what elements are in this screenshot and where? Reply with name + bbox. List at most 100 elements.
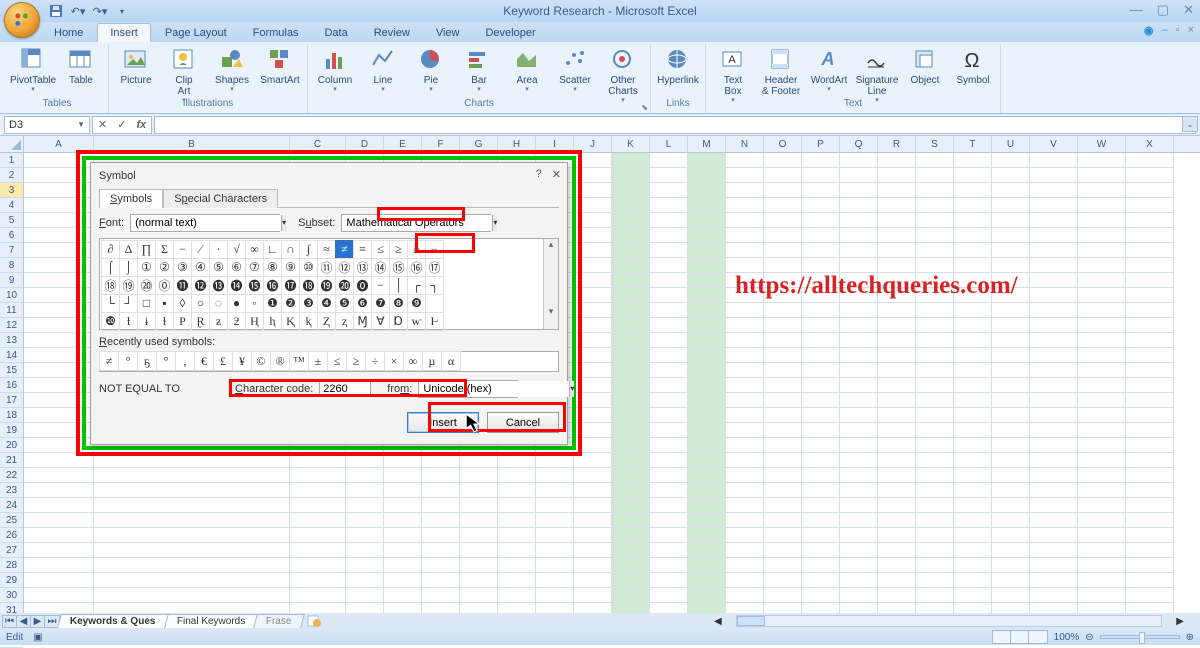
cell-A13[interactable]: [24, 333, 94, 348]
cell-P7[interactable]: [802, 243, 840, 258]
cell-M19[interactable]: [688, 423, 726, 438]
cell-M23[interactable]: [688, 483, 726, 498]
cell-J5[interactable]: [574, 213, 612, 228]
symbol-cell[interactable]: ≠: [335, 240, 354, 259]
cell-K7[interactable]: [612, 243, 650, 258]
cell-A30[interactable]: [24, 588, 94, 603]
cell-S3[interactable]: [916, 183, 954, 198]
symbol-cell[interactable]: ④: [191, 258, 210, 277]
ribbon-line[interactable]: Line▾: [360, 44, 406, 93]
cell-B21[interactable]: [94, 453, 290, 468]
cell-X6[interactable]: [1126, 228, 1174, 243]
col-header-D[interactable]: D: [346, 136, 384, 152]
cell-R2[interactable]: [878, 168, 916, 183]
cell-W12[interactable]: [1078, 318, 1126, 333]
cell-A6[interactable]: [24, 228, 94, 243]
cell-L12[interactable]: [650, 318, 688, 333]
tab-home[interactable]: Home: [42, 24, 95, 42]
cell-P11[interactable]: [802, 303, 840, 318]
cell-A31[interactable]: [24, 603, 94, 613]
symbol-cell[interactable]: □: [137, 294, 156, 313]
col-header-C[interactable]: C: [290, 136, 346, 152]
symbol-cell[interactable]: ⓯: [245, 276, 264, 295]
row-header-22[interactable]: 22: [0, 468, 23, 483]
row-header-5[interactable]: 5: [0, 213, 23, 228]
undo-icon[interactable]: ↶▾: [70, 3, 86, 19]
cell-U4[interactable]: [992, 198, 1030, 213]
row-header-15[interactable]: 15: [0, 363, 23, 378]
symbol-cell[interactable]: P: [173, 312, 192, 331]
symbol-cell[interactable]: ɫ: [155, 312, 174, 331]
row-header-24[interactable]: 24: [0, 498, 23, 513]
cell-R14[interactable]: [878, 348, 916, 363]
cell-Q16[interactable]: [840, 378, 878, 393]
recent-symbol[interactable]: ™: [289, 351, 309, 371]
cell-O17[interactable]: [764, 393, 802, 408]
cell-T26[interactable]: [954, 528, 992, 543]
cell-Q29[interactable]: [840, 573, 878, 588]
cell-P17[interactable]: [802, 393, 840, 408]
cell-X24[interactable]: [1126, 498, 1174, 513]
cell-W26[interactable]: [1078, 528, 1126, 543]
cell-N22[interactable]: [726, 468, 764, 483]
symbol-cell[interactable]: ⓰: [263, 276, 282, 295]
cell-O5[interactable]: [764, 213, 802, 228]
cell-A19[interactable]: [24, 423, 94, 438]
cell-O14[interactable]: [764, 348, 802, 363]
cell-R30[interactable]: [878, 588, 916, 603]
cell-P26[interactable]: [802, 528, 840, 543]
row-header-23[interactable]: 23: [0, 483, 23, 498]
cell-J14[interactable]: [574, 348, 612, 363]
cell-V13[interactable]: [1030, 333, 1078, 348]
subset-input[interactable]: [342, 215, 492, 231]
cell-W13[interactable]: [1078, 333, 1126, 348]
col-header-K[interactable]: K: [612, 136, 650, 152]
cell-Q30[interactable]: [840, 588, 878, 603]
cell-G24[interactable]: [460, 498, 498, 513]
cell-M10[interactable]: [688, 288, 726, 303]
zoom-level[interactable]: 100%: [1054, 632, 1080, 643]
cell-G29[interactable]: [460, 573, 498, 588]
cell-G31[interactable]: [460, 603, 498, 613]
cell-R31[interactable]: [878, 603, 916, 613]
cell-N5[interactable]: [726, 213, 764, 228]
cell-W27[interactable]: [1078, 543, 1126, 558]
symbol-cell[interactable]: ⱪ: [299, 312, 318, 331]
cell-N24[interactable]: [726, 498, 764, 513]
cell-N11[interactable]: [726, 303, 764, 318]
cell-J17[interactable]: [574, 393, 612, 408]
cell-A16[interactable]: [24, 378, 94, 393]
symbol-cell[interactable]: ⓲: [299, 276, 318, 295]
cell-P21[interactable]: [802, 453, 840, 468]
from-combo[interactable]: ▾: [418, 380, 518, 398]
cell-O25[interactable]: [764, 513, 802, 528]
cell-X5[interactable]: [1126, 213, 1174, 228]
help-icon[interactable]: ◉: [1144, 24, 1154, 37]
cell-E31[interactable]: [384, 603, 422, 613]
cell-R4[interactable]: [878, 198, 916, 213]
cell-V15[interactable]: [1030, 363, 1078, 378]
cell-P4[interactable]: [802, 198, 840, 213]
cell-E29[interactable]: [384, 573, 422, 588]
cell-R24[interactable]: [878, 498, 916, 513]
cell-S25[interactable]: [916, 513, 954, 528]
cell-L14[interactable]: [650, 348, 688, 363]
symbol-cell[interactable]: ③: [173, 258, 192, 277]
cell-I26[interactable]: [536, 528, 574, 543]
recent-symbol[interactable]: ≥: [346, 351, 366, 371]
cell-V17[interactable]: [1030, 393, 1078, 408]
cell-N4[interactable]: [726, 198, 764, 213]
cell-L21[interactable]: [650, 453, 688, 468]
cell-S8[interactable]: [916, 258, 954, 273]
cell-T18[interactable]: [954, 408, 992, 423]
cell-L15[interactable]: [650, 363, 688, 378]
cell-K15[interactable]: [612, 363, 650, 378]
cell-D23[interactable]: [346, 483, 384, 498]
cell-E26[interactable]: [384, 528, 422, 543]
cell-X4[interactable]: [1126, 198, 1174, 213]
row-header-18[interactable]: 18: [0, 408, 23, 423]
cell-J22[interactable]: [574, 468, 612, 483]
cell-N28[interactable]: [726, 558, 764, 573]
cell-V1[interactable]: [1030, 153, 1078, 168]
cell-U11[interactable]: [992, 303, 1030, 318]
